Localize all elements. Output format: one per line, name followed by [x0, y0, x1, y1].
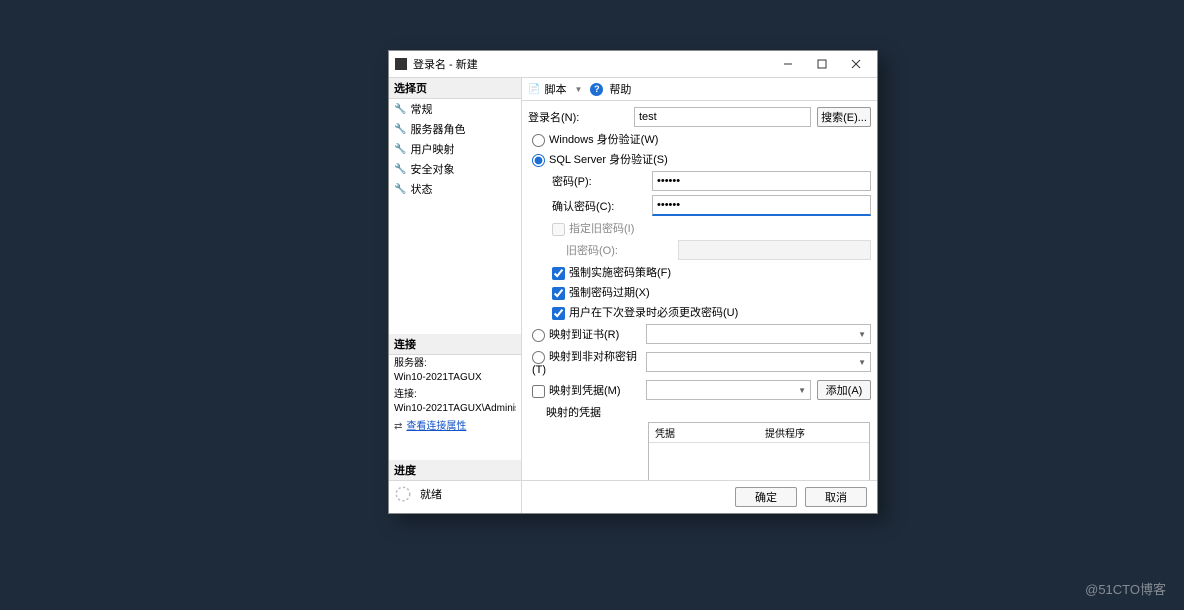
status-ready: 就绪: [420, 486, 442, 502]
chevron-down-icon[interactable]: ▼: [574, 85, 582, 94]
progress-area: 就绪: [389, 481, 521, 507]
page-securables[interactable]: 🔧安全对象: [389, 159, 521, 179]
map-to-cred-checkbox[interactable]: 映射到凭据(M): [532, 382, 646, 398]
ok-button[interactable]: 确定: [735, 487, 797, 507]
mapped-credentials-label: 映射的凭据: [528, 404, 666, 420]
maximize-button[interactable]: [805, 54, 839, 74]
connection-header: 连接: [389, 334, 521, 355]
script-icon: 📄: [528, 84, 540, 95]
sql-auth-radio[interactable]: SQL Server 身份验证(S): [532, 151, 668, 167]
top-strip: 📄 脚本 ▼ ? 帮助: [522, 78, 877, 101]
chevron-down-icon: ▼: [798, 386, 806, 395]
left-column: 选择页 🔧常规 🔧服务器角色 🔧用户映射 🔧安全对象 🔧状态 连接 服务器: W…: [389, 78, 522, 513]
help-icon: ?: [590, 83, 603, 96]
col-credential: 凭据: [649, 423, 759, 443]
close-button[interactable]: [839, 54, 873, 74]
must-change-checkbox[interactable]: 用户在下次登录时必须更改密码(U): [552, 304, 738, 320]
login-new-dialog: 登录名 - 新建 选择页 🔧常规 🔧服务器角色 🔧用户映射 🔧安全对象 🔧状态 …: [388, 50, 878, 514]
cancel-button[interactable]: 取消: [805, 487, 867, 507]
old-password-input: [678, 240, 871, 260]
confirm-password-input[interactable]: [652, 195, 871, 216]
script-dropdown[interactable]: 脚本: [544, 81, 566, 97]
window-title: 登录名 - 新建: [413, 56, 771, 72]
chevron-down-icon: ▼: [858, 358, 866, 367]
enforce-policy-checkbox[interactable]: 强制实施密码策略(F): [552, 264, 671, 280]
password-label: 密码(P):: [528, 173, 652, 189]
col-provider: 提供程序: [759, 423, 869, 443]
connection-info: 服务器: Win10-2021TAGUX 连接: Win10-2021TAGUX…: [389, 355, 521, 436]
wrench-icon: 🔧: [394, 124, 406, 135]
wrench-icon: 🔧: [394, 184, 406, 195]
windows-auth-radio[interactable]: Windows 身份验证(W): [532, 131, 658, 147]
server-label: 服务器:: [394, 357, 516, 371]
map-to-cert-radio[interactable]: 映射到证书(R): [532, 326, 646, 342]
form-panel: 登录名(N): 搜索(E)... Windows 身份验证(W) SQL Ser…: [522, 101, 877, 480]
spinner-icon: [394, 485, 412, 503]
page-general[interactable]: 🔧常规: [389, 99, 521, 119]
view-connection-properties-link[interactable]: 查看连接属性: [406, 421, 466, 432]
connection-value: Win10-2021TAGUX\Administrator: [394, 402, 516, 416]
dialog-footer: 确定 取消: [522, 480, 877, 513]
map-to-asym-radio[interactable]: 映射到非对称密钥(T): [532, 348, 646, 376]
old-password-label: 旧密码(O):: [528, 242, 678, 258]
password-input[interactable]: [652, 171, 871, 191]
page-server-roles[interactable]: 🔧服务器角色: [389, 119, 521, 139]
asym-select[interactable]: ▼: [646, 352, 871, 372]
right-column: 📄 脚本 ▼ ? 帮助 登录名(N): 搜索(E)... Windows 身份验…: [522, 78, 877, 513]
titlebar: 登录名 - 新建: [389, 51, 877, 78]
page-status[interactable]: 🔧状态: [389, 179, 521, 199]
help-link[interactable]: 帮助: [609, 81, 631, 97]
confirm-password-label: 确认密码(C):: [528, 198, 652, 214]
login-name-input[interactable]: [634, 107, 811, 127]
connection-label: 连接:: [394, 388, 516, 402]
window-icon: [395, 58, 407, 70]
search-button[interactable]: 搜索(E)...: [817, 107, 871, 127]
wrench-icon: 🔧: [394, 164, 406, 175]
specify-old-password-checkbox: 指定旧密码(I): [552, 220, 634, 236]
watermark: @51CTO博客: [1085, 579, 1166, 598]
mapped-credentials-list[interactable]: 凭据 提供程序: [648, 422, 870, 480]
chevron-down-icon: ▼: [858, 330, 866, 339]
add-button[interactable]: 添加(A): [817, 380, 871, 400]
progress-header: 进度: [389, 460, 521, 481]
minimize-button[interactable]: [771, 54, 805, 74]
link-icon: ⇄: [394, 421, 402, 432]
enforce-expiration-checkbox[interactable]: 强制密码过期(X): [552, 284, 650, 300]
page-user-mapping[interactable]: 🔧用户映射: [389, 139, 521, 159]
cert-select[interactable]: ▼: [646, 324, 871, 344]
cred-select[interactable]: ▼: [646, 380, 811, 400]
wrench-icon: 🔧: [394, 104, 406, 115]
login-name-label: 登录名(N):: [528, 109, 634, 125]
select-page-header: 选择页: [389, 78, 521, 99]
wrench-icon: 🔧: [394, 144, 406, 155]
server-value: Win10-2021TAGUX: [394, 371, 516, 385]
